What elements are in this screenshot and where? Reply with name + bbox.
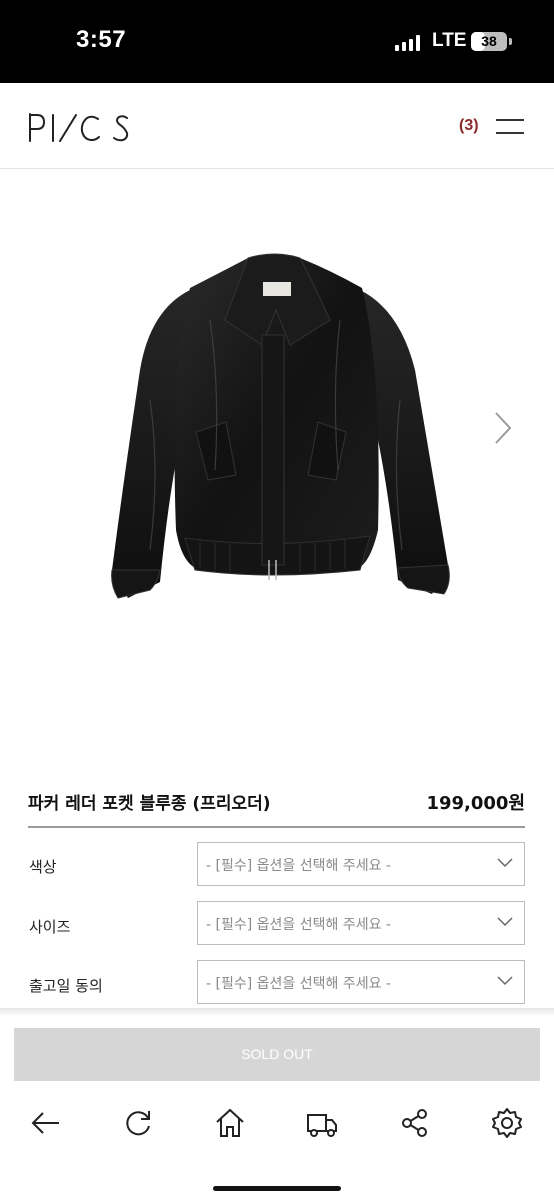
ship-date-select-value: - [필수] 옵션을 선택해 주세요 - [206, 976, 391, 992]
option-label-color: 색상 [29, 858, 57, 876]
chevron-down-icon [497, 976, 513, 986]
battery-icon: 38 [471, 32, 507, 51]
chevron-down-icon [497, 858, 513, 868]
size-select[interactable]: - [필수] 옵션을 선택해 주세요 - [197, 901, 525, 945]
chevron-down-icon [497, 917, 513, 927]
product-name: 파커 레더 포켓 블루종 (프리오더) [28, 794, 271, 814]
brand-logo[interactable] [28, 110, 140, 148]
leather-jacket-image [111, 253, 450, 599]
cart-count[interactable]: (3) [459, 117, 479, 135]
sold-out-button[interactable]: SOLD OUT [14, 1028, 540, 1081]
status-time: 3:57 [76, 26, 127, 53]
share-icon[interactable] [398, 1106, 432, 1140]
bottom-bar-shadow [0, 1008, 554, 1016]
site-header: (3) [0, 83, 554, 169]
hamburger-menu-icon[interactable] [496, 119, 524, 135]
delivery-truck-icon[interactable] [305, 1106, 339, 1140]
battery-percent: 38 [481, 33, 497, 49]
battery-tip [509, 38, 512, 45]
reload-icon[interactable] [121, 1106, 155, 1140]
back-arrow-icon[interactable] [29, 1106, 63, 1140]
divider [28, 826, 525, 828]
network-label: LTE [432, 30, 467, 51]
home-icon[interactable] [213, 1106, 247, 1140]
home-indicator [213, 1186, 341, 1191]
settings-gear-icon[interactable] [490, 1106, 524, 1140]
option-label-ship-date: 출고일 동의 [29, 977, 103, 995]
ship-date-select[interactable]: - [필수] 옵션을 선택해 주세요 - [197, 960, 525, 1004]
product-price: 199,000원 [426, 793, 525, 814]
signal-icon [395, 35, 421, 51]
logo-mark [29, 113, 129, 142]
product-image[interactable] [0, 170, 554, 750]
chevron-right-icon[interactable] [488, 410, 516, 446]
color-select-value: - [필수] 옵션을 선택해 주세요 - [206, 858, 391, 874]
status-bar: 3:57 LTE 38 [0, 0, 554, 83]
option-label-size: 사이즈 [29, 918, 71, 936]
size-select-value: - [필수] 옵션을 선택해 주세요 - [206, 917, 391, 933]
color-select[interactable]: - [필수] 옵션을 선택해 주세요 - [197, 842, 525, 886]
